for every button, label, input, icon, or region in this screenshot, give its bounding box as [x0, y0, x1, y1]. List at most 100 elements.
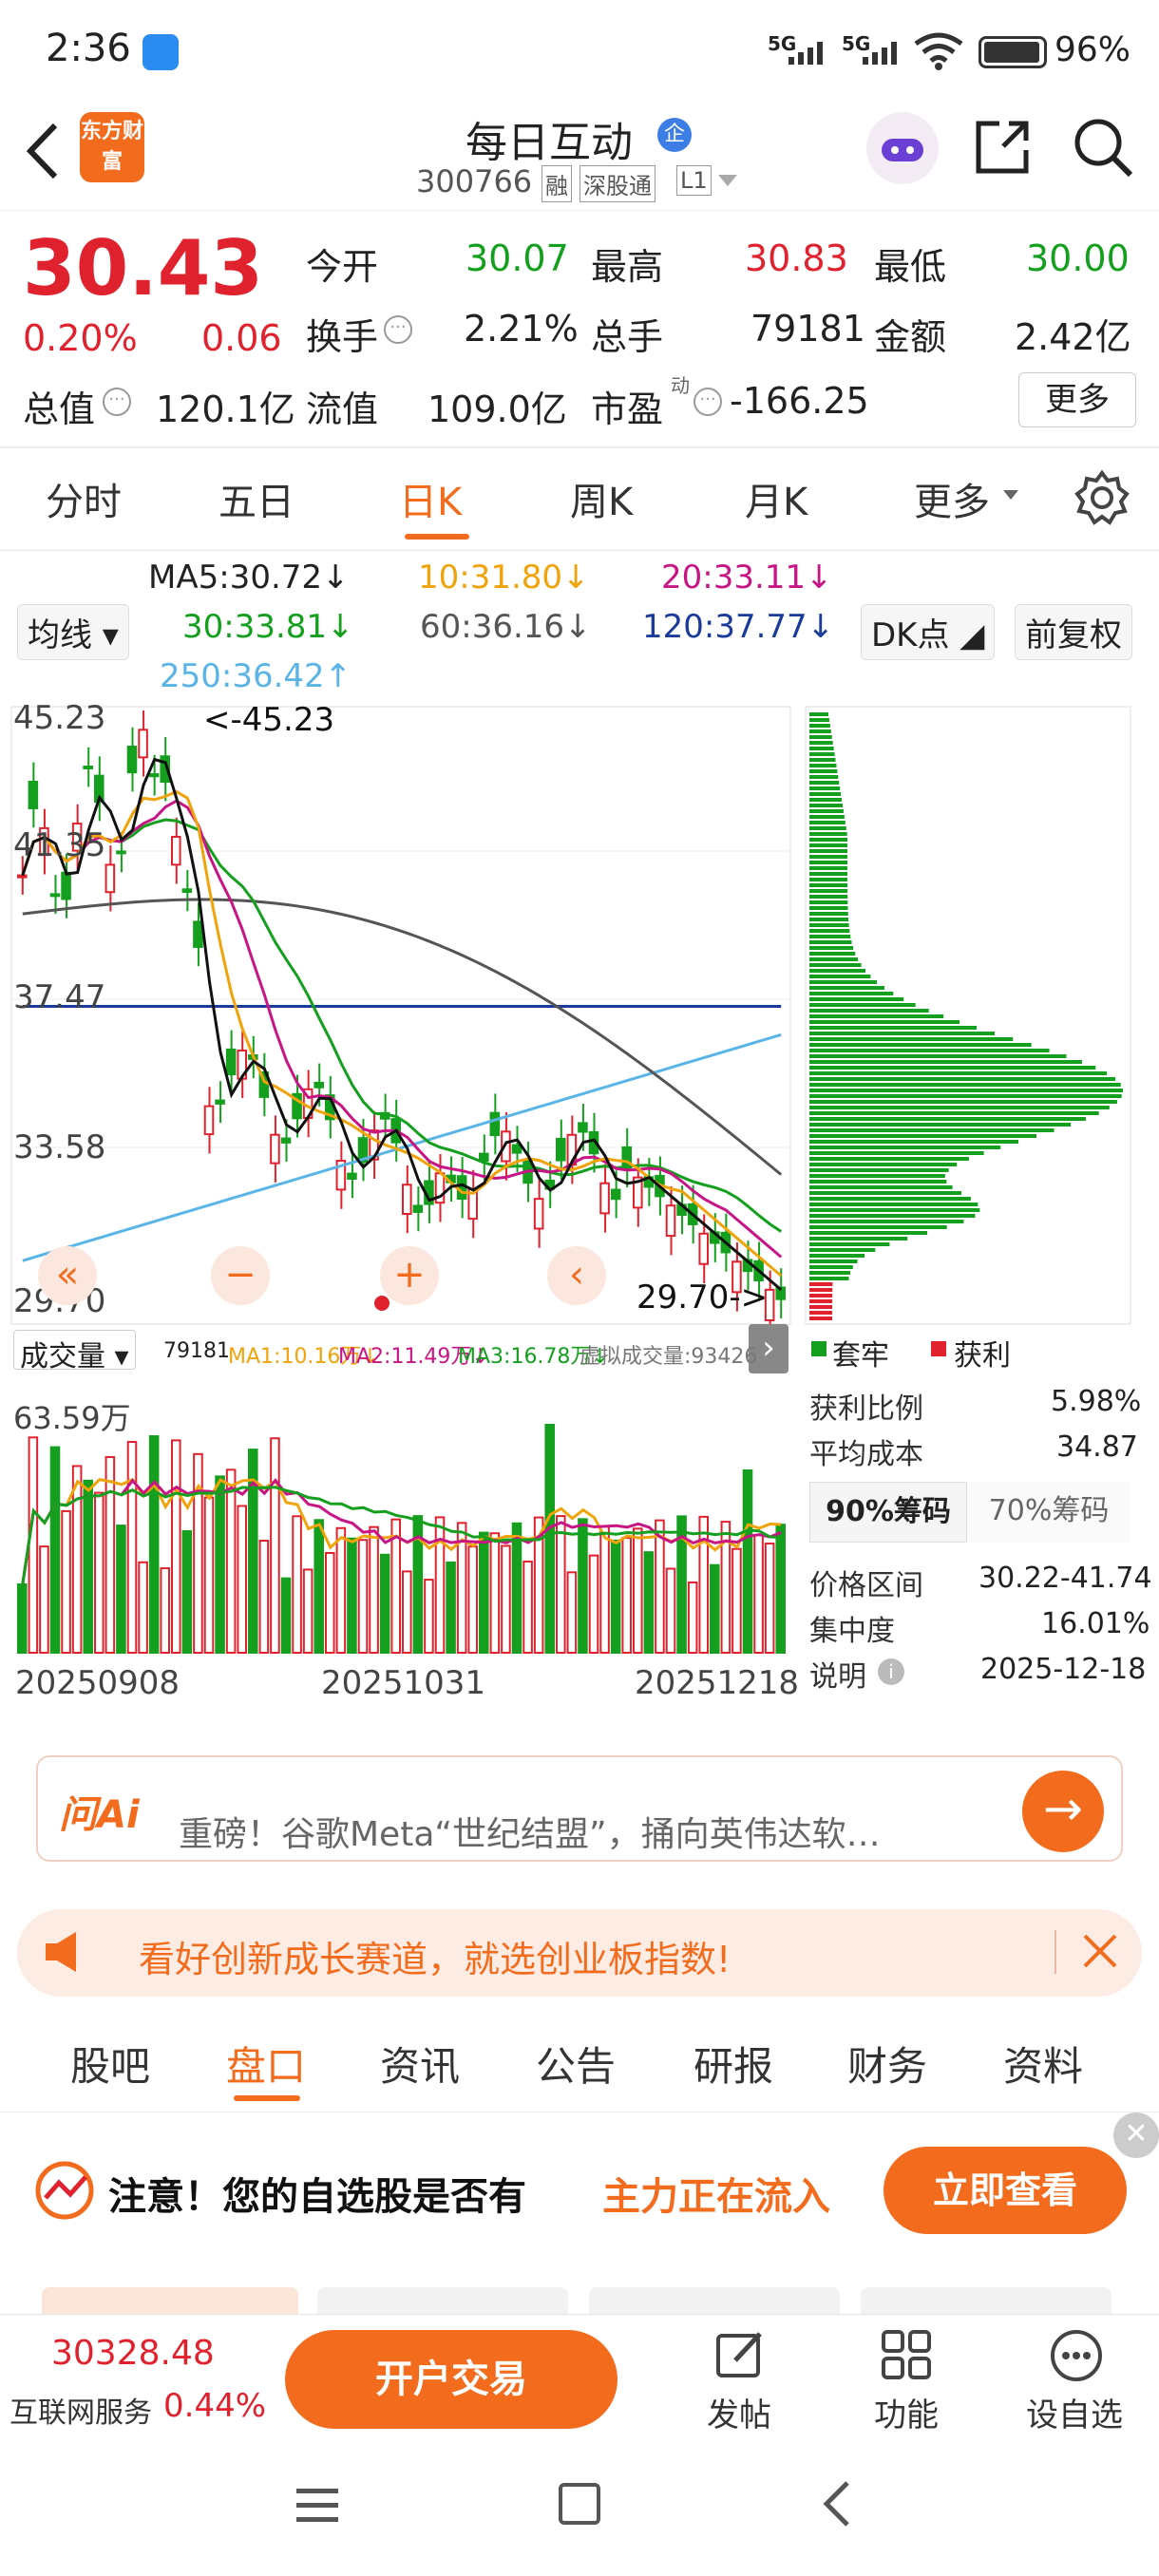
- arrow-right-icon[interactable]: →: [1022, 1771, 1104, 1852]
- chip-bar: [809, 963, 862, 967]
- zoom-out-icon[interactable]: −: [211, 1246, 270, 1305]
- menu-icon[interactable]: [296, 2487, 338, 2525]
- chip-bar: [809, 1282, 833, 1286]
- tab-research[interactable]: 研报: [694, 2035, 773, 2093]
- ai-news-box[interactable]: 问Ai 重磅！谷歌Meta“世纪结盟”，捅向英伟达软… →: [36, 1755, 1123, 1862]
- close-icon[interactable]: [1077, 1924, 1123, 1978]
- volume-bar: [424, 1579, 434, 1655]
- tab-profile[interactable]: 资料: [1003, 2035, 1083, 2093]
- tab-announcements[interactable]: 公告: [536, 2035, 616, 2093]
- volume-indicator-select[interactable]: 成交量 ▾: [13, 1330, 136, 1373]
- tab-monthly-k[interactable]: 月K: [745, 471, 808, 526]
- candle: [698, 1232, 710, 1265]
- chip-70-tab[interactable]: 70%筹码: [967, 1482, 1130, 1543]
- info-icon[interactable]: i: [878, 1658, 904, 1685]
- step-left-icon[interactable]: ‹: [547, 1246, 606, 1305]
- chip-bar: [809, 712, 828, 716]
- chip-bar: [809, 992, 894, 995]
- chip-bar: [809, 957, 859, 961]
- post-label[interactable]: 发帖: [707, 2389, 771, 2435]
- info-icon[interactable]: ···: [694, 388, 722, 416]
- volume-bar: [687, 1582, 698, 1655]
- chip-bar: [809, 838, 848, 842]
- add-watch-label[interactable]: 设自选: [1026, 2389, 1123, 2435]
- chip-bar: [809, 1077, 1116, 1081]
- tab-daily-k[interactable]: 日K: [399, 471, 462, 526]
- pe-label: 市盈: [591, 388, 664, 430]
- chip-90-tab[interactable]: 90%筹码: [809, 1482, 967, 1543]
- open-account-button[interactable]: 开户交易: [285, 2330, 618, 2429]
- function-label[interactable]: 功能: [874, 2389, 939, 2435]
- tab-intraday[interactable]: 分时: [46, 471, 122, 526]
- note-label: 说明: [809, 1660, 866, 1694]
- chip-bar: [809, 1288, 833, 1292]
- dk-point-button[interactable]: DK点 ◢: [861, 604, 996, 660]
- y-label-4: 33.58: [13, 1128, 106, 1166]
- volume-bar: [17, 1583, 28, 1654]
- share-icon[interactable]: [971, 116, 1034, 179]
- edit-icon[interactable]: [714, 2328, 768, 2381]
- chip-bar: [809, 1305, 833, 1309]
- tab-five-day[interactable]: 五日: [218, 471, 294, 526]
- chip-bar: [809, 946, 854, 950]
- tab-weekly-k[interactable]: 周K: [570, 471, 633, 526]
- index-value[interactable]: 30328.48: [51, 2334, 215, 2373]
- chip-bar: [809, 849, 848, 853]
- tab-more[interactable]: 更多: [914, 471, 990, 526]
- close-icon[interactable]: ✕: [1113, 2112, 1159, 2158]
- search-icon[interactable]: [1070, 114, 1136, 180]
- gear-icon[interactable]: [1074, 469, 1130, 526]
- tab-news[interactable]: 资讯: [380, 2035, 460, 2093]
- tab-finance[interactable]: 财务: [847, 2035, 927, 2093]
- chip-bar: [809, 1242, 890, 1246]
- ma-mode-select[interactable]: 均线 ▾: [17, 604, 129, 660]
- back-arrow-icon[interactable]: [19, 118, 66, 184]
- chip-bar: [809, 855, 848, 859]
- chip-bar: [809, 1271, 851, 1275]
- avg-cost-label: 平均成本: [809, 1438, 923, 1471]
- chip-bar: [809, 1316, 833, 1320]
- chevron-down-icon: [1003, 490, 1018, 500]
- index-name[interactable]: 互联网服务: [10, 2389, 152, 2431]
- volume-max-label: 63.59万: [13, 1400, 131, 1436]
- info-icon[interactable]: ···: [384, 315, 412, 344]
- back-icon[interactable]: [819, 2479, 853, 2529]
- volume-bar: [511, 1522, 522, 1654]
- volume-bar: [302, 1568, 314, 1654]
- chip-bar: [809, 1294, 833, 1297]
- volume-bar: [138, 1561, 148, 1655]
- ai-robot-icon[interactable]: [866, 112, 939, 184]
- level-tag: L1: [676, 165, 712, 196]
- price-range-label: 价格区间: [809, 1569, 923, 1602]
- info-icon[interactable]: ···: [103, 388, 131, 416]
- more-button[interactable]: 更多: [1018, 372, 1136, 427]
- chip-bar: [809, 1208, 980, 1212]
- zoom-in-icon[interactable]: +: [380, 1246, 439, 1305]
- promo-banner[interactable]: 看好创新成长赛道，就选创业板指数!: [17, 1909, 1142, 1997]
- signal-bars-icon-2: [863, 42, 910, 65]
- volume-bar: [742, 1469, 753, 1654]
- more-dots-icon[interactable]: [1049, 2328, 1104, 2383]
- volume-bar: [171, 1439, 181, 1654]
- tab-forum[interactable]: 股吧: [70, 2035, 150, 2093]
- tab-market[interactable]: 盘口: [226, 2035, 306, 2093]
- volume-bar: [556, 1515, 566, 1654]
- chip-bar: [809, 1231, 928, 1235]
- candle: [138, 729, 148, 759]
- ai-news-text[interactable]: 重磅！谷歌Meta“世纪结盟”，捅向英伟达软…: [179, 1807, 881, 1856]
- scroll-left-icon[interactable]: «: [38, 1246, 97, 1305]
- chip-bar: [809, 1043, 1032, 1047]
- dropdown-icon[interactable]: [718, 175, 737, 186]
- home-icon[interactable]: [559, 2483, 600, 2525]
- chip-bar: [809, 900, 848, 904]
- chip-bar: [809, 906, 848, 910]
- chip-bar: [809, 861, 848, 864]
- megaphone-icon: [42, 1930, 89, 1974]
- volume-value: 79181: [750, 308, 865, 350]
- candle: [621, 1146, 633, 1169]
- view-now-button[interactable]: 立即查看: [884, 2147, 1127, 2234]
- grid-icon[interactable]: [880, 2328, 933, 2381]
- candle: [314, 1081, 324, 1089]
- margin-tag: 融: [542, 165, 572, 202]
- adjust-select[interactable]: 前复权: [1015, 604, 1132, 660]
